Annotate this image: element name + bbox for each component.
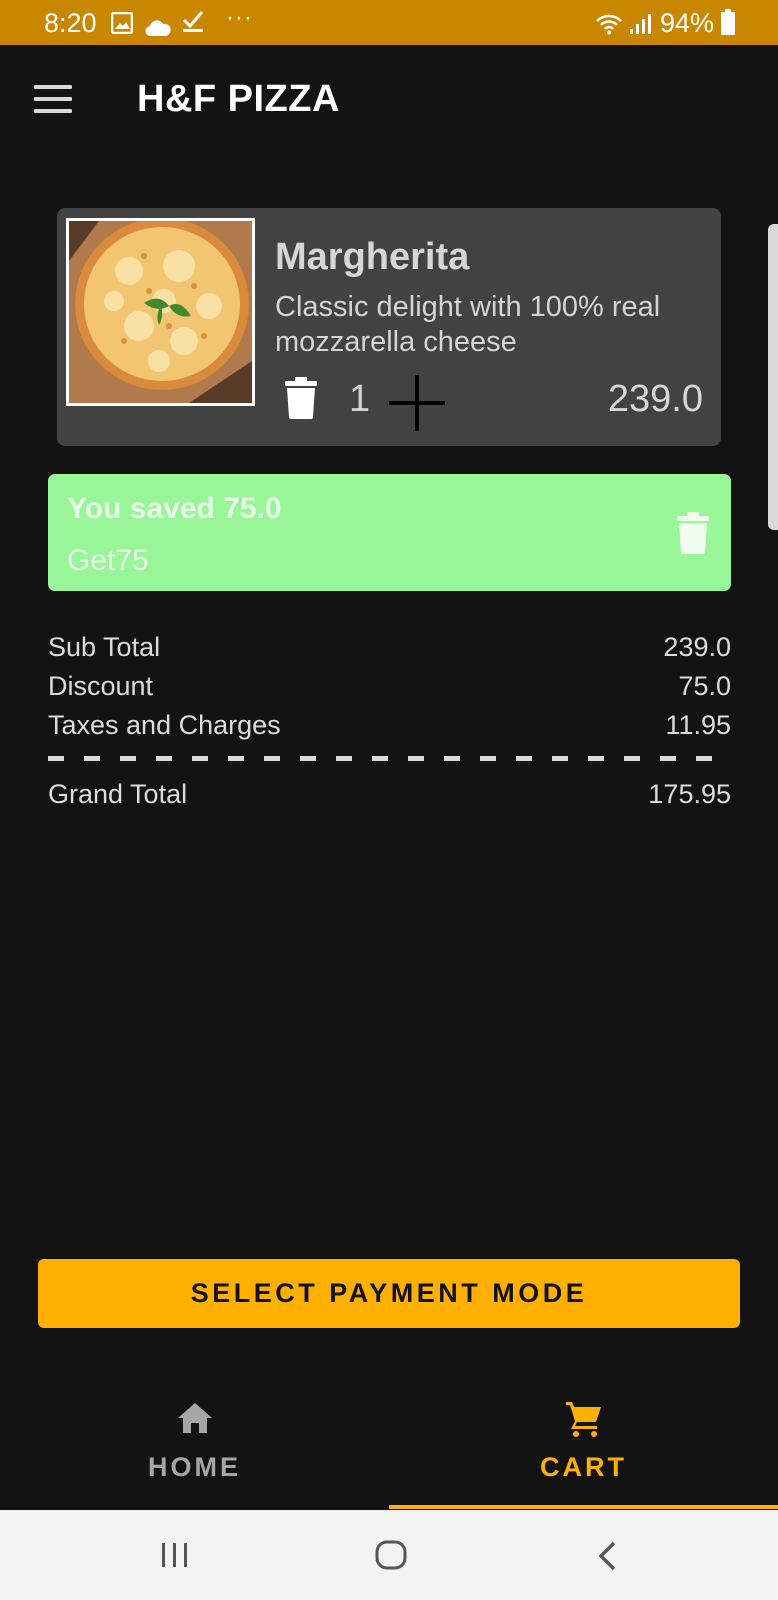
order-summary: Sub Total 239.0 Discount 75.0 Taxes and …	[48, 632, 731, 749]
dashed-divider	[48, 756, 714, 761]
nav-label-cart: CART	[540, 1452, 627, 1482]
app-root: 8:20 ··· 94% H&F PIZZA Margherita Classi…	[0, 0, 778, 1600]
system-navigation-bar	[0, 1510, 778, 1600]
discount-label: Discount	[48, 671, 154, 701]
download-done-icon	[182, 9, 204, 40]
nav-label-home: HOME	[148, 1452, 241, 1482]
nav-item-home[interactable]: HOME	[0, 1382, 389, 1510]
discount-value: 75.0	[678, 671, 731, 701]
bottom-navigation: HOME CART	[0, 1382, 778, 1510]
battery-icon	[721, 9, 735, 42]
item-price: 239.0	[607, 378, 703, 420]
status-bar: 8:20 ··· 94%	[0, 0, 778, 45]
item-quantity: 1	[349, 378, 371, 420]
menu-icon[interactable]	[34, 85, 72, 113]
item-description: Classic delight with 100% real mozzarell…	[275, 291, 661, 358]
taxes-value: 11.95	[665, 710, 731, 740]
coupon-card: You saved 75.0 Get75	[48, 474, 731, 591]
back-icon[interactable]	[596, 1540, 618, 1577]
coupon-code: Get75	[67, 544, 149, 577]
scrollbar[interactable]	[768, 224, 778, 530]
taxes-label: Taxes and Charges	[48, 710, 281, 740]
image-icon	[110, 10, 134, 41]
sub-total-value: 239.0	[663, 632, 731, 662]
battery-level: 94%	[660, 8, 715, 38]
app-bar: H&F PIZZA	[0, 45, 778, 157]
remove-coupon-trash-icon[interactable]	[677, 512, 709, 554]
sub-total-label: Sub Total	[48, 632, 161, 662]
margherita-pizza-image	[66, 218, 255, 406]
grand-total-row: Grand Total 175.95	[48, 779, 731, 819]
cloud-icon	[145, 13, 171, 44]
remove-item-trash-icon[interactable]	[285, 377, 317, 419]
coupon-saved-text: You saved 75.0	[67, 492, 282, 525]
home-circle-icon[interactable]	[375, 1540, 407, 1575]
item-name: Margherita	[275, 236, 470, 278]
nav-item-cart[interactable]: CART	[389, 1382, 778, 1510]
grand-total-label: Grand Total	[48, 779, 188, 809]
signal-icon	[629, 11, 653, 42]
active-tab-indicator	[389, 1505, 778, 1509]
status-time: 8:20	[44, 8, 97, 38]
more-notifications: ···	[226, 4, 253, 31]
app-title: H&F PIZZA	[137, 78, 340, 120]
wifi-icon	[595, 11, 623, 42]
taxes-row: Taxes and Charges 11.95	[48, 710, 731, 749]
home-icon	[175, 1398, 215, 1438]
grand-total-value: 175.95	[648, 779, 731, 809]
cart-item-card: Margherita Classic delight with 100% rea…	[57, 208, 721, 446]
increase-quantity-plus-icon[interactable]	[387, 373, 447, 433]
cart-icon	[564, 1398, 604, 1438]
select-payment-mode-button[interactable]: SELECT PAYMENT MODE	[38, 1259, 740, 1328]
sub-total-row: Sub Total 239.0	[48, 632, 731, 671]
recent-apps-icon[interactable]	[160, 1540, 190, 1575]
discount-row: Discount 75.0	[48, 671, 731, 710]
